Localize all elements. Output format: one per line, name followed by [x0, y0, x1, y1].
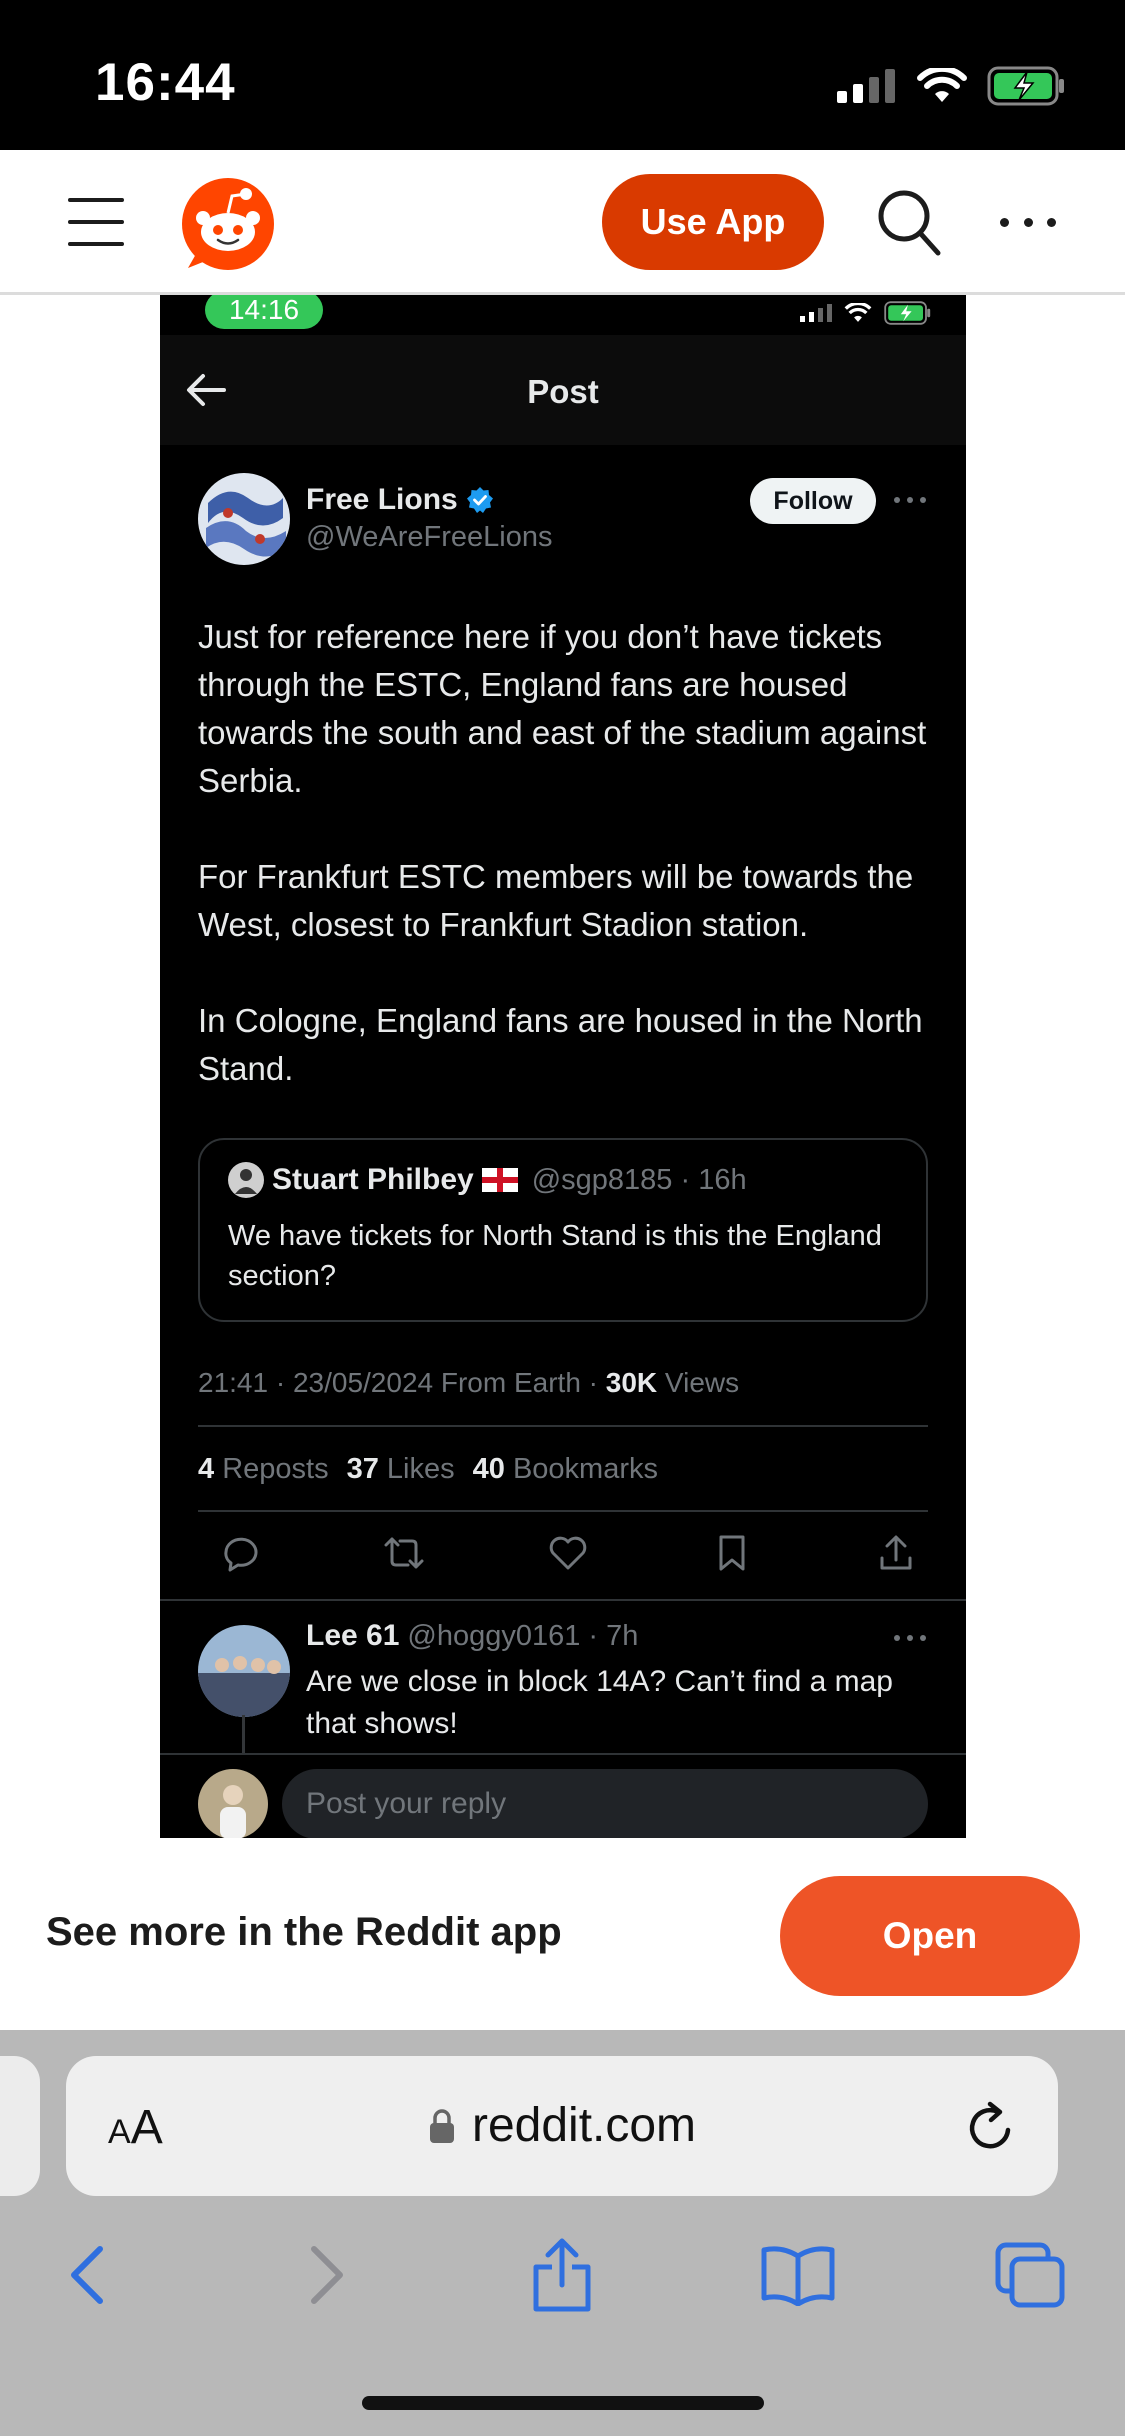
chevron-right-icon — [311, 2246, 343, 2304]
current-user-avatar — [198, 1769, 268, 1839]
quoted-post-header: Stuart Philbey @sgp8185 · 16h — [228, 1162, 747, 1198]
reload-icon[interactable] — [964, 2100, 1018, 2156]
quoted-author-name: Stuart Philbey — [272, 1163, 474, 1196]
author-name: Free Lions — [306, 483, 494, 517]
url-display[interactable]: reddit.com — [66, 2098, 1058, 2153]
lock-icon — [429, 2108, 454, 2143]
post-stats: 4 Reposts 37 Likes 40 Bookmarks — [198, 1453, 658, 1486]
reply-author-handle: @hoggy0161 · 7h — [407, 1619, 639, 1652]
divider — [160, 1599, 966, 1601]
embedded-status-icons — [800, 301, 934, 325]
cellular-signal-icon — [837, 69, 895, 103]
reddit-header: Use App — [0, 150, 1125, 295]
repost-icon — [382, 1533, 426, 1573]
views-count: 30K — [605, 1367, 658, 1398]
post-paragraph: In Cologne, England fans are housed in t… — [198, 1002, 923, 1087]
book-icon — [761, 2246, 835, 2306]
reply-icon — [218, 1533, 262, 1573]
tabs-button[interactable] — [990, 2235, 1070, 2315]
post-more-icon — [894, 497, 926, 505]
follow-button: Follow — [750, 478, 876, 524]
reddit-logo-icon[interactable] — [178, 174, 278, 274]
back-button[interactable] — [46, 2235, 126, 2315]
post-body: Just for reference here if you don’t hav… — [198, 613, 938, 1141]
author-avatar — [198, 473, 290, 565]
embedded-signal-icon — [800, 304, 832, 322]
reposts-count: 4 — [198, 1453, 215, 1485]
embedded-battery-icon — [884, 301, 931, 325]
safari-nav-bar — [0, 2235, 1125, 2345]
quoted-author-avatar — [228, 1162, 264, 1198]
bookmarks-label: Bookmarks — [512, 1453, 658, 1485]
reply-text: Are we close in block 14A? Can’t find a … — [306, 1665, 893, 1740]
embedded-nav-title: Post — [527, 373, 599, 410]
likes-label: Likes — [386, 1453, 455, 1485]
like-heart-icon — [546, 1533, 590, 1573]
bookmarks-count: 40 — [472, 1453, 505, 1485]
more-options-icon[interactable] — [1000, 212, 1056, 232]
open-app-button[interactable]: Open — [780, 1876, 1080, 1996]
safari-toolbar: AA reddit.com — [0, 2030, 1125, 2436]
embedded-status-time: 14:16 — [205, 295, 323, 329]
wifi-icon — [917, 68, 967, 102]
post-meta: 21:41 · 23/05/2024 From Earth · 30K View… — [198, 1367, 739, 1399]
url-text: reddit.com — [471, 2099, 697, 2152]
tabs-icon — [995, 2242, 1065, 2308]
embedded-status-bar: 14:16 — [160, 295, 966, 335]
status-time: 16:44 — [95, 53, 236, 112]
post-action-bar — [218, 1533, 918, 1573]
open-in-app-banner: See more in the Reddit app Open — [0, 1838, 1125, 2030]
reply-more-icon — [894, 1635, 926, 1643]
bookmarks-button[interactable] — [758, 2235, 838, 2315]
verified-badge-icon — [466, 487, 493, 513]
england-flag-icon — [481, 1168, 518, 1192]
quoted-author-handle: @sgp8185 · 16h — [531, 1163, 747, 1196]
embedded-screenshot: 14:16 Post Free Lions @WeAreFreeLions Fo… — [160, 295, 966, 1840]
likes-count: 37 — [346, 1453, 379, 1485]
reposts-label: Reposts — [222, 1453, 329, 1485]
divider — [198, 1425, 928, 1427]
address-bar[interactable]: AA reddit.com — [66, 2056, 1058, 2196]
divider — [160, 1753, 966, 1755]
reply-author-avatar — [198, 1625, 290, 1717]
home-indicator — [362, 2396, 764, 2410]
post-paragraph: Just for reference here if you don’t hav… — [198, 618, 927, 799]
use-app-button[interactable]: Use App — [602, 174, 824, 270]
reply-input: Post your reply — [282, 1769, 928, 1839]
menu-icon[interactable] — [68, 198, 124, 246]
bookmark-icon — [710, 1533, 754, 1573]
share-icon — [533, 2238, 591, 2312]
reply-author-name: Lee 61 @hoggy0161 · 7h — [306, 1619, 639, 1652]
embedded-nav-bar: Post — [160, 335, 966, 445]
author-handle: @WeAreFreeLions — [306, 521, 553, 553]
share-button[interactable] — [522, 2235, 602, 2315]
embedded-wifi-icon — [844, 303, 872, 322]
share-icon — [874, 1533, 918, 1573]
previous-tab-preview[interactable] — [0, 2056, 40, 2196]
post-timestamp: 21:41 · 23/05/2024 From Earth · — [198, 1367, 606, 1398]
search-icon[interactable] — [876, 188, 942, 258]
forward-button[interactable] — [288, 2235, 368, 2315]
quoted-post-text: We have tickets for North Stand is this … — [228, 1220, 882, 1292]
divider — [198, 1510, 928, 1512]
chevron-left-icon — [71, 2246, 103, 2304]
status-icons — [837, 66, 1067, 106]
quoted-post: Stuart Philbey @sgp8185 · 16h We have ti… — [198, 1138, 928, 1322]
thread-line — [242, 1715, 245, 1753]
open-in-app-text: See more in the Reddit app — [46, 1910, 562, 1954]
status-bar: 16:44 — [0, 0, 1125, 150]
post-paragraph: For Frankfurt ESTC members will be towar… — [198, 858, 914, 943]
views-label: Views — [657, 1367, 740, 1398]
battery-charging-icon — [987, 66, 1064, 106]
